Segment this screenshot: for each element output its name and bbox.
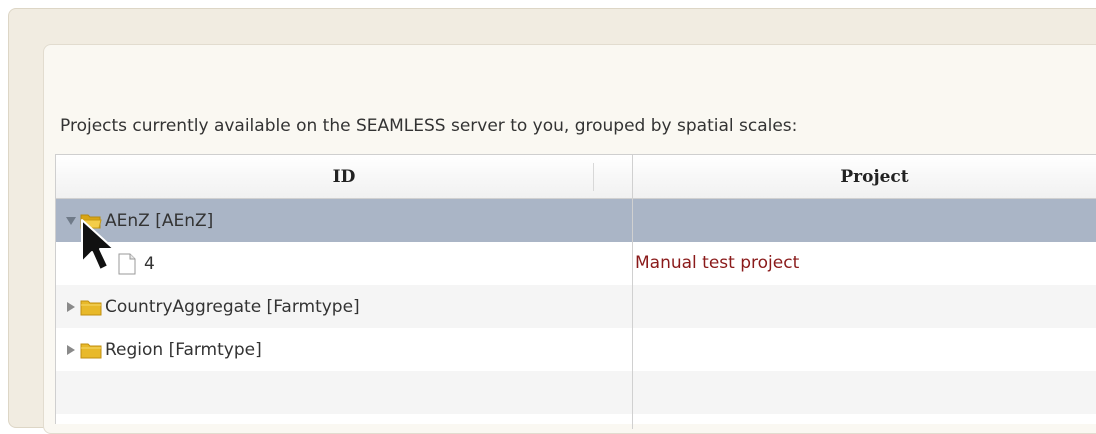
document-icon <box>118 253 136 275</box>
tree-cell: AEnZ [AEnZ] <box>56 199 632 242</box>
tree-row-aenz[interactable]: AEnZ [AEnZ] <box>56 199 1096 242</box>
project-cell <box>633 328 1096 371</box>
project-cell <box>633 199 1096 242</box>
tree-row-countryaggregate[interactable]: CountryAggregate [Farmtype] <box>56 285 1096 328</box>
expand-arrow-down-icon[interactable] <box>64 214 78 228</box>
header-resize-handle[interactable] <box>593 163 594 191</box>
node-label: Region [Farmtype] <box>105 339 262 360</box>
column-header-id[interactable]: ID <box>56 155 632 199</box>
tree-cell: 4 <box>56 242 632 285</box>
tree-cell: CountryAggregate [Farmtype] <box>56 285 632 328</box>
node-label: 4 <box>144 253 155 274</box>
column-header-project[interactable]: Project <box>632 155 1096 199</box>
expand-arrow-right-icon[interactable] <box>64 300 78 314</box>
tree-cell: Region [Farmtype] <box>56 328 632 371</box>
tree-row-4[interactable]: 4 Manual test project <box>56 242 1096 285</box>
expand-arrow-right-icon[interactable] <box>64 343 78 357</box>
node-label: AEnZ [AEnZ] <box>105 210 214 231</box>
project-cell: Manual test project <box>635 253 800 273</box>
project-cell <box>633 285 1096 328</box>
tree-row-region[interactable]: Region [Farmtype] <box>56 328 1096 371</box>
node-label: CountryAggregate [Farmtype] <box>105 296 360 317</box>
grid-header: ID Project <box>56 155 1096 199</box>
projects-caption: Projects currently available on the SEAM… <box>60 116 798 136</box>
column-divider <box>632 199 633 429</box>
projects-tree-grid: ID Project AEnZ [AEnZ] 4 Manual test pro… <box>55 154 1096 429</box>
folder-icon <box>80 298 102 316</box>
empty-row <box>56 371 1096 414</box>
mouse-cursor-icon <box>80 218 120 276</box>
folder-icon <box>80 341 102 359</box>
